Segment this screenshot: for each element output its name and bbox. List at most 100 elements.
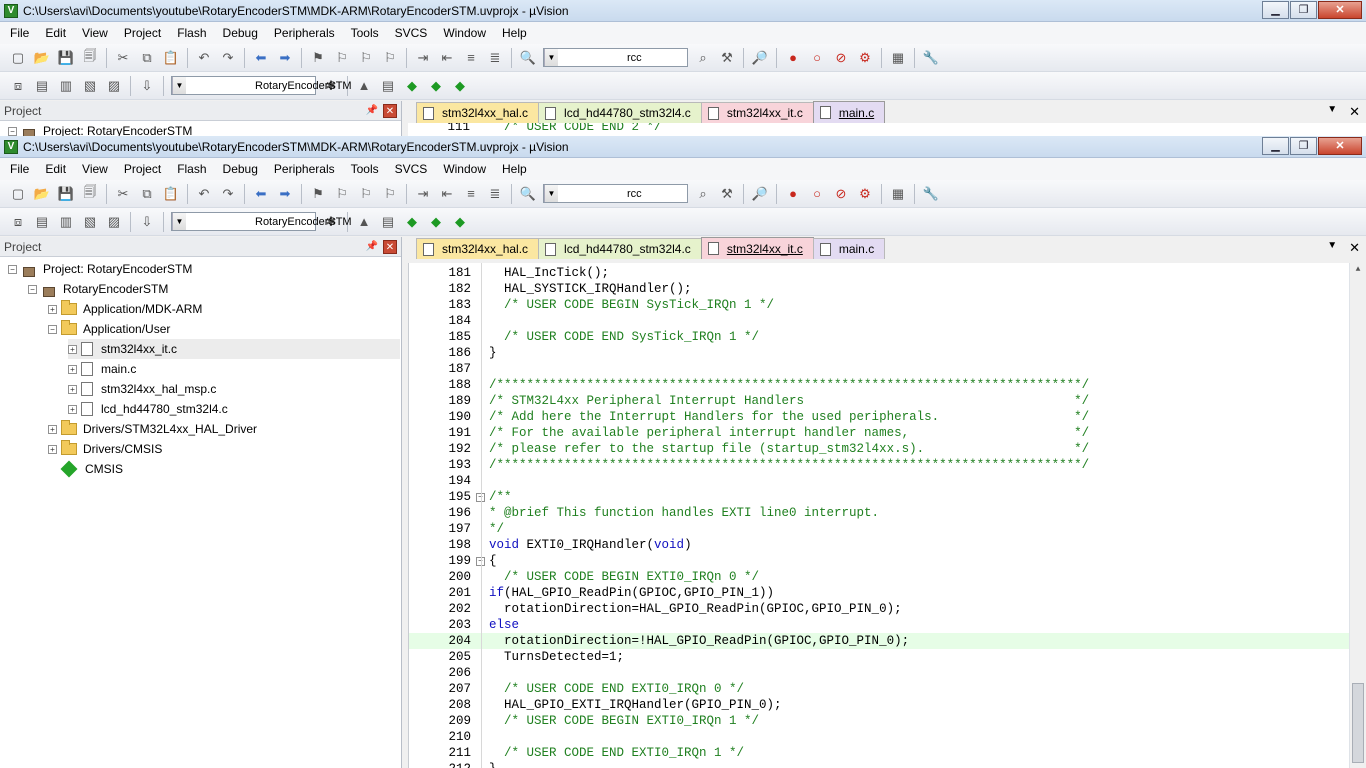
code-line[interactable]: 194 <box>409 473 1349 489</box>
tree-item-application-mdk-arm[interactable]: + Application/MDK-ARM <box>48 299 202 319</box>
target-combo[interactable]: RotaryEncoderSTM ▼ <box>171 76 352 95</box>
code-line[interactable]: 189 /* STM32L4xx Peripheral Interrupt Han… <box>409 393 1349 409</box>
run-time-env-icon[interactable]: ◆ <box>401 211 423 233</box>
code-line[interactable]: 186} <box>409 345 1349 361</box>
undo-icon[interactable]: ↶ <box>193 47 215 69</box>
tab-lcd_hd44780_stm32l4-c[interactable]: lcd_hd44780_stm32l4.c <box>538 238 702 259</box>
save-all-icon[interactable]: 🗐 <box>79 47 101 69</box>
debug-start-icon[interactable]: 🔎 <box>749 47 771 69</box>
tree-item-main-c[interactable]: + main.c <box>68 359 136 379</box>
code-line[interactable]: 195−/** <box>409 489 1349 505</box>
breakpoint-disable-icon[interactable]: ○ <box>806 47 828 69</box>
menu-svcs[interactable]: SVCS <box>387 162 436 176</box>
undo-icon[interactable]: ↶ <box>193 183 215 205</box>
stop-build-icon[interactable]: ▨ <box>103 75 125 97</box>
bookmark-next-icon[interactable]: ⚐ <box>355 47 377 69</box>
save-icon[interactable]: 💾 <box>55 183 77 205</box>
code-line[interactable]: 184 <box>409 313 1349 329</box>
breakpoint-icon[interactable]: ● <box>782 47 804 69</box>
tab-list-icon[interactable]: ▼ <box>1327 240 1337 256</box>
collapse-icon[interactable]: − <box>48 324 57 334</box>
find-in-files-icon[interactable]: 🔍 <box>517 183 539 205</box>
nav-back-icon[interactable]: ⬅ <box>250 47 272 69</box>
menu-debug[interactable]: Debug <box>215 26 266 40</box>
code-line[interactable]: 187 <box>409 361 1349 377</box>
batch-build-icon[interactable]: ▧ <box>79 211 101 233</box>
chevron-down-icon[interactable]: ▼ <box>544 49 558 66</box>
code-line[interactable]: 207 /* USER CODE END EXTI0_IRQn 0 */ <box>409 681 1349 697</box>
redo-icon[interactable]: ↷ <box>217 47 239 69</box>
menu-svcs[interactable]: SVCS <box>387 26 436 40</box>
redo-icon[interactable]: ↷ <box>217 183 239 205</box>
code-line[interactable]: 183 /* USER CODE BEGIN SysTick_IRQn 1 */ <box>409 297 1349 313</box>
menu-file[interactable]: File <box>2 26 37 40</box>
pin-icon[interactable]: 📌 <box>365 240 379 254</box>
menu-flash[interactable]: Flash <box>169 162 214 176</box>
cut-icon[interactable]: ✂ <box>112 183 134 205</box>
expand-icon[interactable]: + <box>68 344 77 354</box>
code-line[interactable]: 182 HAL_SYSTICK_IRQHandler(); <box>409 281 1349 297</box>
menu-project[interactable]: Project <box>116 26 169 40</box>
breakpoint-all-icon[interactable]: ⚙ <box>854 47 876 69</box>
code-line[interactable]: 199−{ <box>409 553 1349 569</box>
menu-window[interactable]: Window <box>435 162 494 176</box>
menu-flash[interactable]: Flash <box>169 26 214 40</box>
tree-item-drivers-stm32l4xx-hal-driver[interactable]: + Drivers/STM32L4xx_HAL_Driver <box>48 419 257 439</box>
tree-item-stm32l4xx-it-c[interactable]: + stm32l4xx_it.c <box>68 339 400 359</box>
menu-project[interactable]: Project <box>116 162 169 176</box>
menu-view[interactable]: View <box>74 162 116 176</box>
pack-installer-icon[interactable]: ◆ <box>449 75 471 97</box>
save-all-icon[interactable]: 🗐 <box>79 183 101 205</box>
new-file-icon[interactable]: ▢ <box>7 47 29 69</box>
nav-forward-icon[interactable]: ➡ <box>274 183 296 205</box>
scroll-thumb[interactable] <box>1352 683 1364 763</box>
incremental-find-icon[interactable]: ⚒ <box>716 183 738 205</box>
tab-close-icon[interactable]: ✕ <box>1349 240 1360 256</box>
translate-icon[interactable]: ⧈ <box>7 75 29 97</box>
manage-project-icon[interactable]: ▲ <box>353 75 375 97</box>
chevron-down-icon[interactable]: ▼ <box>172 77 186 94</box>
chevron-down-icon[interactable]: ▼ <box>544 185 558 202</box>
expand-icon[interactable]: + <box>48 444 57 454</box>
manage-multi-icon[interactable]: ▤ <box>377 211 399 233</box>
panel-close-icon[interactable]: ✕ <box>383 239 397 254</box>
code-line[interactable]: 185 /* USER CODE END SysTick_IRQn 1 */ <box>409 329 1349 345</box>
collapse-icon[interactable]: − <box>28 284 37 294</box>
code-line[interactable]: 192 /* please refer to the startup file (… <box>409 441 1349 457</box>
comment-icon[interactable]: ≡ <box>460 183 482 205</box>
debug-start-icon[interactable]: 🔎 <box>749 183 771 205</box>
code-view[interactable]: 181 HAL_IncTick(); 182 HAL_SYSTICK_IRQHan… <box>408 263 1366 768</box>
collapse-icon[interactable]: − <box>8 126 17 136</box>
close-icon[interactable]: ✕ <box>1318 1 1362 19</box>
tree-item-drivers-cmsis[interactable]: + Drivers/CMSIS <box>48 439 162 459</box>
tab-stm32l4xx_it-c[interactable]: stm32l4xx_it.c <box>700 237 814 259</box>
tree-item-cmsis[interactable]: CMSIS <box>48 459 123 479</box>
tab-list-icon[interactable]: ▼ <box>1327 104 1337 120</box>
vertical-scrollbar[interactable]: ▲ <box>1349 263 1366 768</box>
minimize-icon[interactable]: ▁ <box>1262 137 1289 155</box>
bookmark-icon[interactable]: ⚑ <box>307 183 329 205</box>
translate-icon[interactable]: ⧈ <box>7 211 29 233</box>
tab-stm32l4xx_it-c[interactable]: stm32l4xx_it.c <box>700 102 814 123</box>
menu-help[interactable]: Help <box>494 26 535 40</box>
code-line[interactable]: 204 rotationDirection=!HAL_GPIO_ReadPin(… <box>409 633 1349 649</box>
unindent-icon[interactable]: ⇤ <box>436 47 458 69</box>
bookmark-prev-icon[interactable]: ⚐ <box>331 47 353 69</box>
select-pack-icon[interactable]: ◆ <box>425 75 447 97</box>
tree-item-rotaryencoderstm[interactable]: − RotaryEncoderSTM <box>28 279 168 299</box>
stop-build-icon[interactable]: ▨ <box>103 211 125 233</box>
code-line[interactable]: 205 TurnsDetected=1; <box>409 649 1349 665</box>
pin-icon[interactable]: 📌 <box>365 104 379 118</box>
manage-project-icon[interactable]: ▲ <box>353 211 375 233</box>
batch-build-icon[interactable]: ▧ <box>79 75 101 97</box>
tab-stm32l4xx_hal-c[interactable]: stm32l4xx_hal.c <box>416 238 540 259</box>
expand-icon[interactable]: + <box>68 364 77 374</box>
configure-icon[interactable]: 🔧 <box>920 183 942 205</box>
code-line[interactable]: 181 HAL_IncTick(); <box>409 265 1349 281</box>
expand-icon[interactable]: + <box>48 424 57 434</box>
bookmark-clear-icon[interactable]: ⚐ <box>379 183 401 205</box>
code-line[interactable]: 202 rotationDirection=HAL_GPIO_ReadPin(G… <box>409 601 1349 617</box>
tab-close-icon[interactable]: ✕ <box>1349 104 1360 120</box>
code-line[interactable]: 196 * @brief This function handles EXTI l… <box>409 505 1349 521</box>
code-line[interactable]: 188 /************************************… <box>409 377 1349 393</box>
